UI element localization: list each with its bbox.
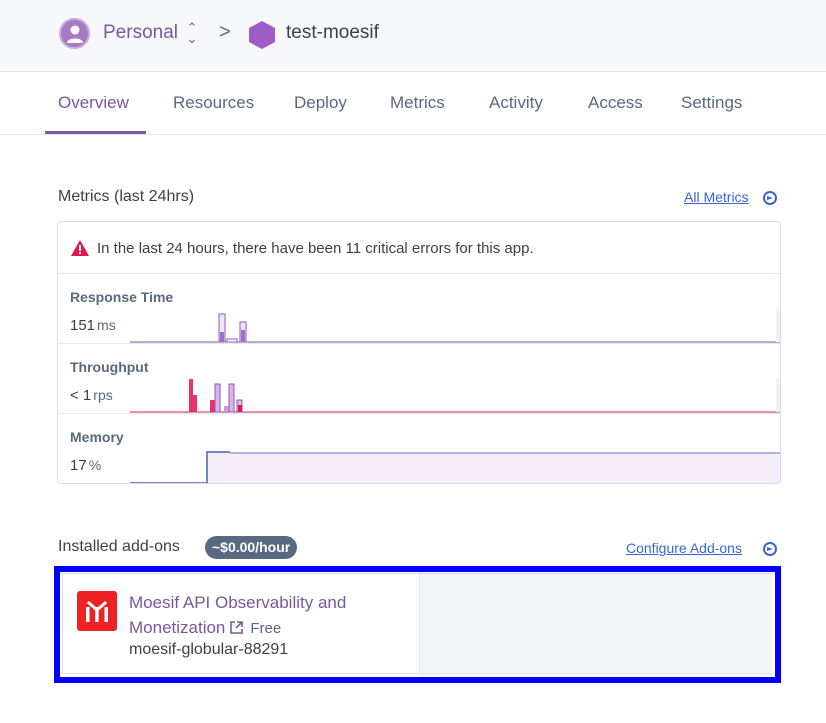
arrow-circle-right-icon[interactable] (763, 191, 777, 205)
memory-sparkline (130, 451, 780, 483)
addon-name-link[interactable]: Moesif API Observability and Monetizatio… (129, 590, 399, 641)
tab-metrics[interactable]: Metrics (390, 93, 445, 113)
response-time-sparkline (130, 308, 780, 343)
metric-row-memory[interactable]: Memory 17% (58, 414, 780, 483)
tab-overview[interactable]: Overview (58, 93, 129, 113)
moesif-logo-icon (77, 591, 117, 631)
addons-title: Installed add-ons (58, 538, 180, 555)
metrics-title: Metrics (last 24hrs) (58, 188, 195, 205)
throughput-sparkline (130, 378, 780, 413)
addon-resource-name: moesif-globular-88291 (129, 641, 289, 658)
tab-resources[interactable]: Resources (173, 93, 254, 113)
hexagon-icon (249, 21, 275, 49)
tab-access[interactable]: Access (588, 93, 643, 113)
warning-icon (71, 240, 89, 256)
metric-row-response-time[interactable]: Response Time 151 ms (58, 274, 780, 344)
user-icon (67, 25, 83, 43)
chevron-updown-icon[interactable]: ⌃ ⌄ (185, 21, 199, 45)
metric-row-throughput[interactable]: Throughput < 1 rps (58, 344, 780, 414)
addon-card: Moesif API Observability and Monetizatio… (62, 573, 773, 674)
tab-settings[interactable]: Settings (681, 93, 742, 113)
alert-text: In the last 24 hours, there have been 11… (97, 240, 534, 257)
app-header: Personal ⌃ ⌄ > test-moesif (0, 0, 826, 72)
tab-deploy[interactable]: Deploy (294, 93, 347, 113)
avatar[interactable] (59, 18, 90, 49)
active-tab-indicator (45, 131, 146, 134)
configure-addons-link[interactable]: Configure Add-ons (626, 540, 742, 556)
space-name[interactable]: Personal (103, 22, 178, 44)
arrow-circle-right-icon[interactable] (763, 542, 777, 556)
metrics-panel: In the last 24 hours, there have been 11… (57, 221, 781, 484)
all-metrics-link[interactable]: All Metrics (684, 189, 749, 205)
tab-activity[interactable]: Activity (489, 93, 543, 113)
cost-badge: ~$0.00/hour (205, 536, 298, 559)
breadcrumb-separator: > (219, 21, 231, 43)
app-name[interactable]: test-moesif (286, 22, 379, 44)
app-tabs: Overview Resources Deploy Metrics Activi… (0, 73, 826, 135)
external-link-icon (230, 621, 244, 634)
critical-errors-alert: In the last 24 hours, there have been 11… (58, 222, 780, 274)
addon-details-area (419, 574, 773, 673)
addon-plan: Free (250, 620, 282, 637)
